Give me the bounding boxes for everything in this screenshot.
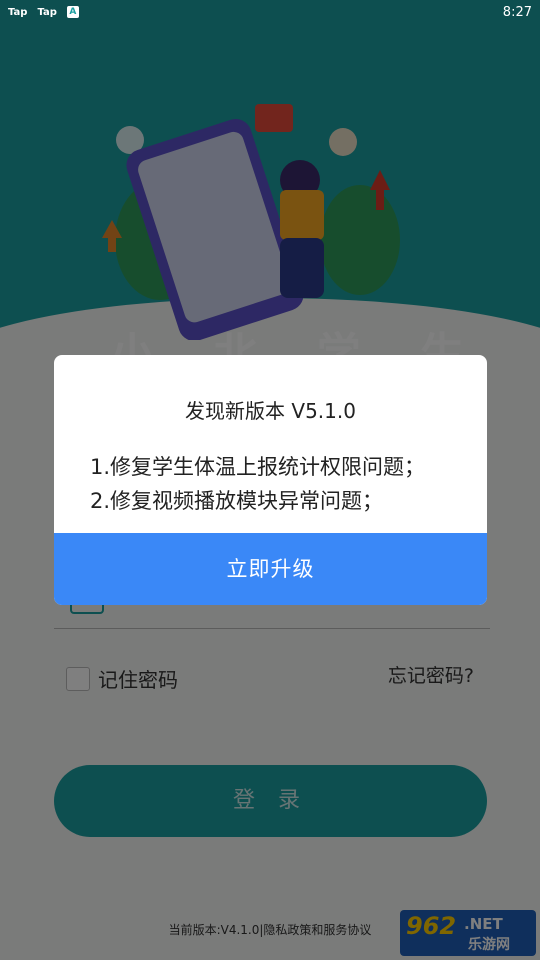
- release-note-item: 1.修复学生体温上报统计权限问题；: [90, 455, 426, 479]
- release-notes: 1.修复学生体温上报统计权限问题； 2.修复视频播放模块异常问题；: [90, 450, 425, 518]
- dialog-title: 发现新版本 V5.1.0: [185, 399, 356, 423]
- status-app-tap-2: Tap: [37, 6, 57, 18]
- upgrade-now-button[interactable]: 立即升级: [54, 533, 487, 605]
- release-note-item: 2.修复视频播放模块异常问题；: [90, 489, 384, 513]
- status-app-tap-1: Tap: [8, 6, 28, 18]
- update-dialog: 发现新版本 V5.1.0 1.修复学生体温上报统计权限问题； 2.修复视频播放模…: [54, 355, 487, 605]
- status-time: 8:27: [502, 4, 532, 20]
- status-bar: Tap Tap A 8:27: [0, 0, 540, 24]
- status-a-icon: A: [66, 6, 79, 18]
